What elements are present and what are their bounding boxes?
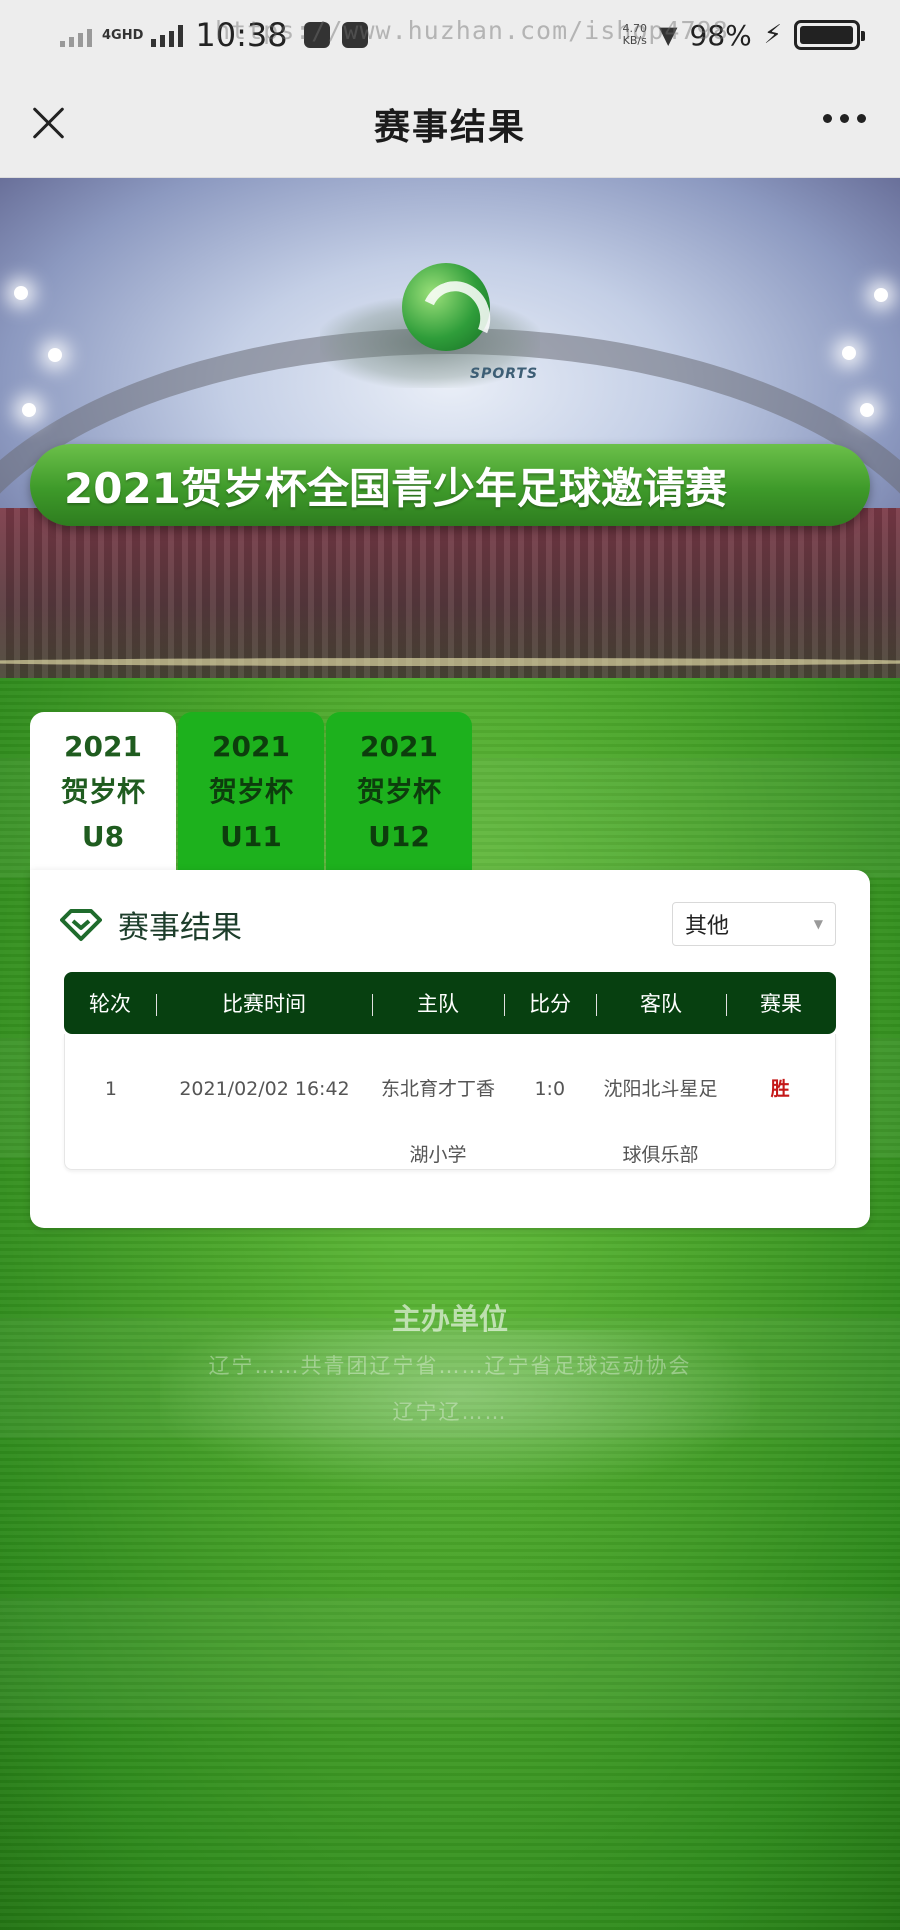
table-body: 1 2021/02/02 16:42 东北育才丁香 湖小学 1:0 沈阳北斗星足… xyxy=(64,1034,836,1170)
floodlight xyxy=(842,346,856,360)
more-icon[interactable] xyxy=(823,114,866,123)
tab-u12[interactable]: 2021 贺岁杯 U12 xyxy=(326,712,472,870)
nav-bar: 赛事结果 xyxy=(0,70,900,178)
grass-stripe xyxy=(0,1598,900,1718)
tab-group: U8 xyxy=(81,819,125,853)
tab-year: 2021 xyxy=(64,729,142,763)
tab-group: U11 xyxy=(220,819,282,853)
logo-mark xyxy=(402,263,490,351)
tab-group: U12 xyxy=(368,819,430,853)
group-tabs: 2021 贺岁杯 U8 2021 贺岁杯 U11 2021 贺岁杯 U12 xyxy=(30,712,472,870)
away-team-line1: 沈阳北斗星足 xyxy=(603,1078,718,1100)
column-header-score: 比分 xyxy=(504,988,596,1018)
tab-year: 2021 xyxy=(360,729,438,763)
logo-sports-text: SPORTS xyxy=(470,366,539,382)
sponsor-line: 辽宁……共青团辽宁省……辽宁省足球运动协会 xyxy=(208,1354,692,1378)
floodlight xyxy=(22,403,36,417)
cell-round: 1 xyxy=(104,1078,117,1100)
floodlight xyxy=(874,288,888,302)
watermark-url: https://www.huzhan.com/ishop4798 xyxy=(215,16,729,45)
sponsor-line: 辽宁辽…… xyxy=(392,1400,508,1424)
home-team-line2: 湖小学 xyxy=(409,1144,467,1166)
round-filter-value: 其他 xyxy=(685,914,730,939)
column-header-result: 赛果 xyxy=(726,988,836,1018)
round-filter-select[interactable]: 其他 ▼ xyxy=(672,902,836,946)
table-row[interactable]: 1 2021/02/02 16:42 东北育才丁香 湖小学 1:0 沈阳北斗星足… xyxy=(65,1034,835,1188)
cell-score: 1:0 xyxy=(534,1078,566,1100)
signal-strong-icon xyxy=(151,23,184,47)
page-title: 赛事结果 xyxy=(373,106,526,148)
battery-icon xyxy=(794,20,865,50)
results-title: 赛事结果 xyxy=(118,910,242,946)
column-header-round: 轮次 xyxy=(89,992,131,1016)
table-header: 轮次 比赛时间 主队 比分 客队 赛果 xyxy=(64,972,836,1034)
battery-level xyxy=(800,26,853,44)
dropdown-arrow-icon: ▼ xyxy=(813,917,823,931)
away-team-line2: 球俱乐部 xyxy=(622,1144,699,1166)
results-header: 赛事结果 xyxy=(60,902,242,947)
signal-weak-icon xyxy=(60,23,92,47)
network-type: 4GHD xyxy=(102,27,144,43)
event-title: 2021贺岁杯全国青少年足球邀请赛 xyxy=(64,463,727,513)
results-card: 赛事结果 其他 ▼ 轮次 比赛时间 主队 比分 客队 赛果 1 2021/02/… xyxy=(30,870,870,1228)
column-header-away: 客队 xyxy=(596,988,726,1018)
results-table: 轮次 比赛时间 主队 比分 客队 赛果 1 2021/02/02 16:42 东… xyxy=(64,972,836,1170)
column-header-time: 比赛时间 xyxy=(156,988,372,1018)
event-banner: 2021贺岁杯全国青少年足球邀请赛 xyxy=(30,444,870,526)
tab-year: 2021 xyxy=(212,729,290,763)
tab-name: 贺岁杯 xyxy=(60,774,145,808)
tab-name: 贺岁杯 xyxy=(356,774,441,808)
diamond-icon xyxy=(60,908,102,941)
cell-time: 2021/02/02 16:42 xyxy=(179,1078,350,1100)
cell-away-team: 沈阳北斗星足 球俱乐部 xyxy=(596,1056,726,1188)
cell-result: 胜 xyxy=(770,1078,790,1100)
floodlight xyxy=(860,403,874,417)
floodlight xyxy=(14,286,28,300)
tab-u11[interactable]: 2021 贺岁杯 U11 xyxy=(178,712,324,870)
cell-home-team: 东北育才丁香 湖小学 xyxy=(372,1056,504,1188)
close-icon[interactable] xyxy=(26,100,72,146)
home-team-line1: 东北育才丁香 xyxy=(381,1078,496,1100)
stand-divider xyxy=(0,658,900,666)
organizer-logo: SPORTS xyxy=(300,218,600,398)
tab-u8[interactable]: 2021 贺岁杯 U8 xyxy=(30,712,176,870)
floodlight xyxy=(48,348,62,362)
tab-name: 贺岁杯 xyxy=(208,774,293,808)
charging-icon: ⚡ xyxy=(763,20,782,50)
column-header-home: 主队 xyxy=(372,988,504,1018)
status-bar: 4GHD 10:38 https://www.huzhan.com/ishop4… xyxy=(0,0,900,70)
